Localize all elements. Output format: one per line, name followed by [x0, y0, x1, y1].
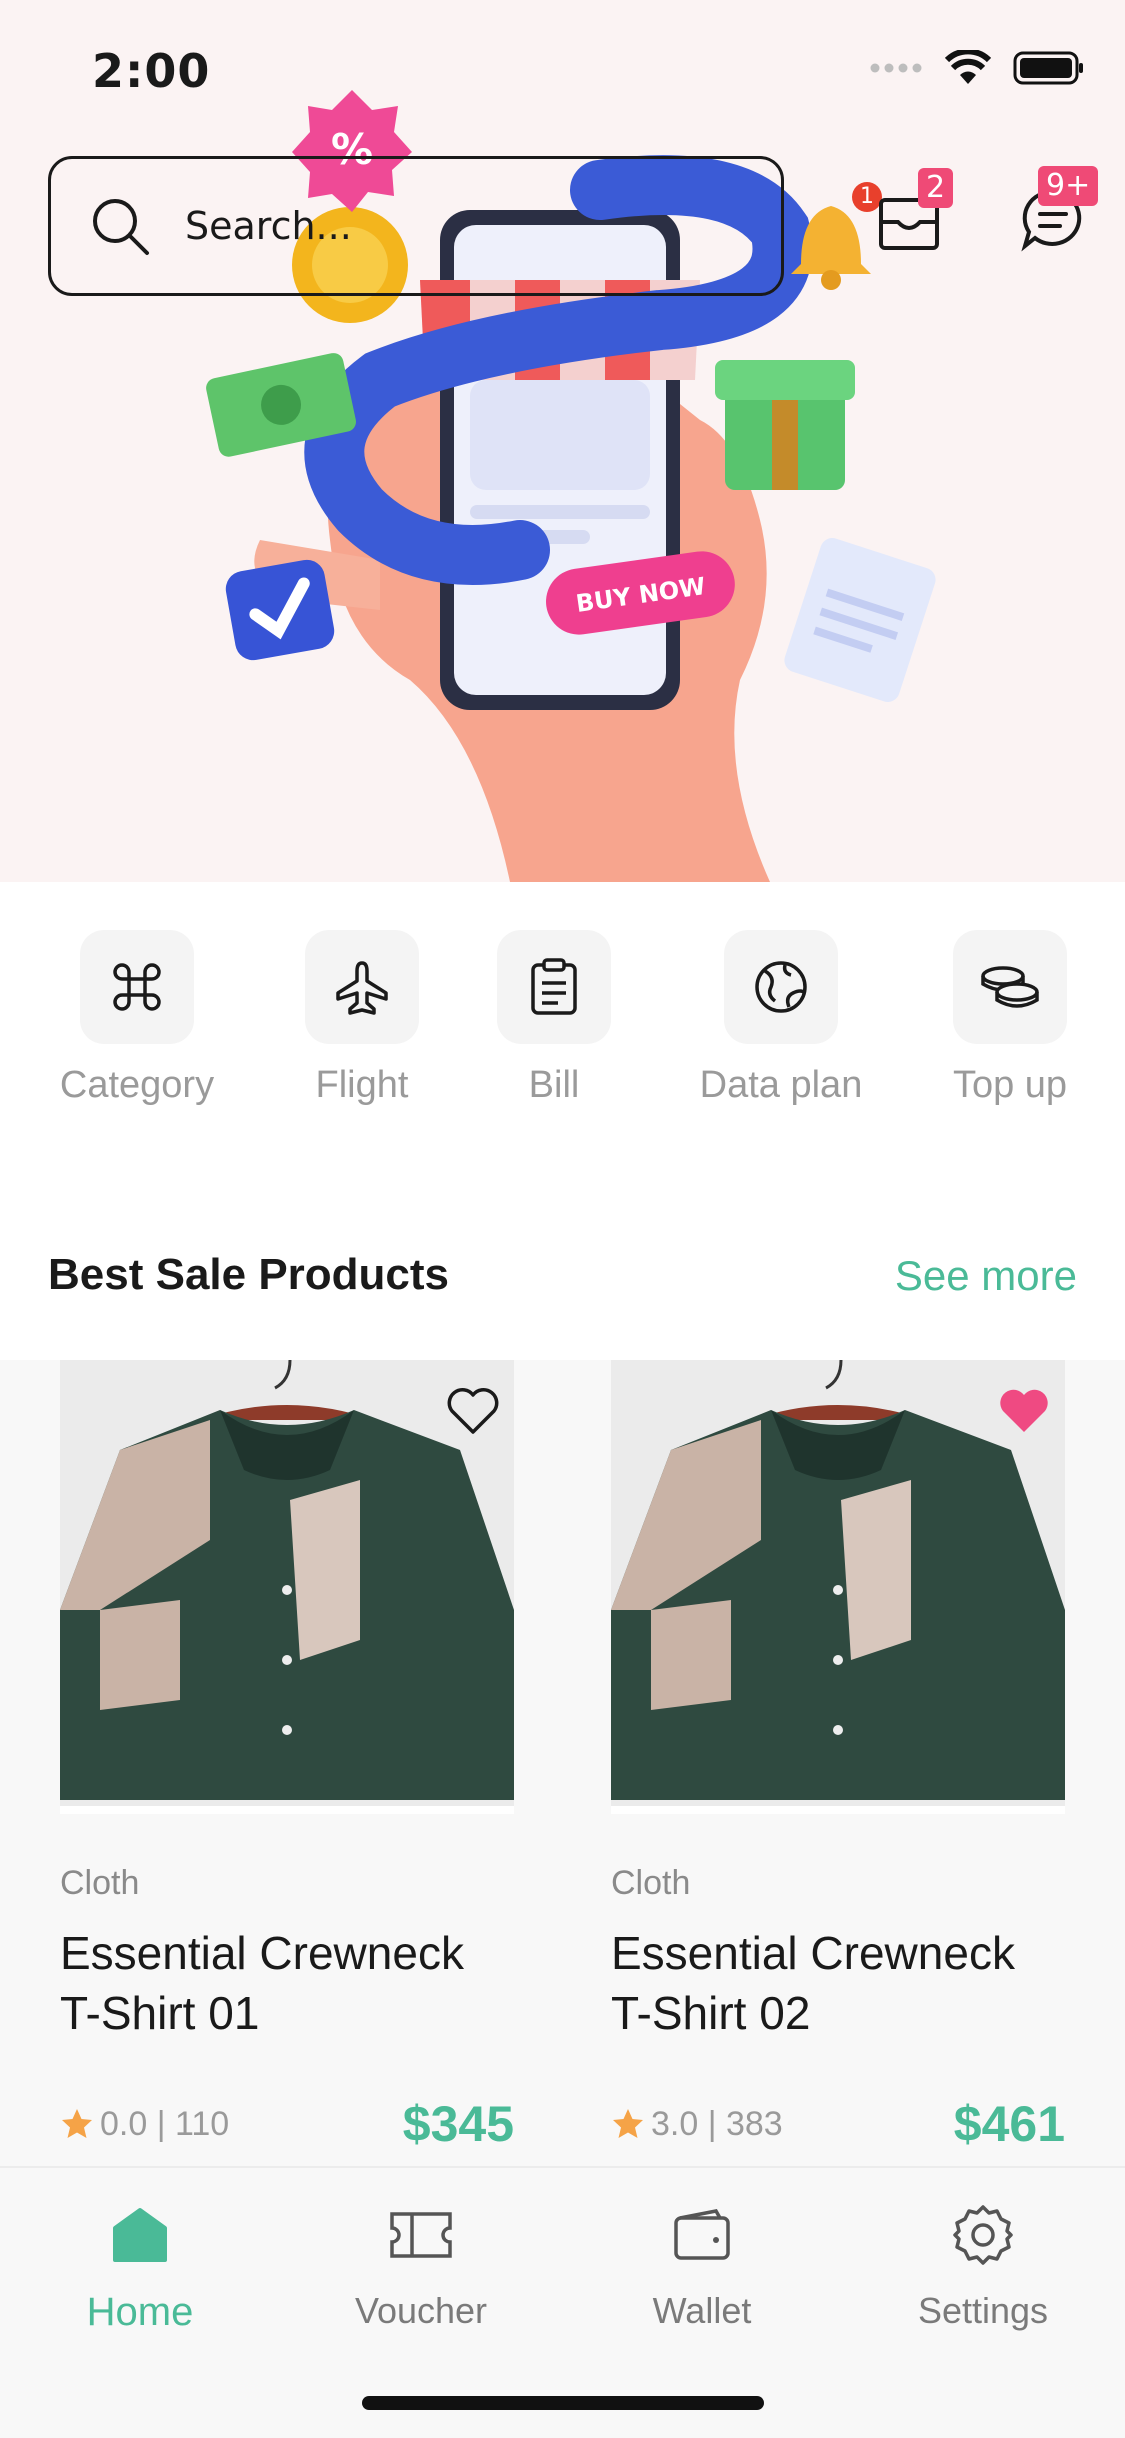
- search-bar[interactable]: [48, 156, 784, 296]
- messages-badge: 9+: [1038, 166, 1099, 206]
- wallet-icon: [674, 2209, 730, 2260]
- product-title[interactable]: Essential Crewneck T-Shirt 02: [611, 1923, 1065, 2043]
- plane-icon: [336, 961, 388, 1015]
- gear-icon: [953, 2205, 1013, 2265]
- clipboard-icon: [531, 958, 577, 1015]
- product-grid: Cloth Essential Crewneck T-Shirt 01 0.0 …: [0, 1360, 1125, 2166]
- coins-icon: [981, 966, 1039, 1008]
- signal-icon: [870, 63, 922, 73]
- category-item-category[interactable]: Category: [24, 930, 250, 1107]
- favorite-heart-icon[interactable]: [446, 1386, 500, 1436]
- category-item-bill[interactable]: Bill: [474, 930, 634, 1107]
- category-item-top-up[interactable]: Top up: [920, 930, 1100, 1107]
- product-price: $461: [953, 2096, 1065, 2152]
- hero-banner: 2:00 % BUY NOW Search... 1 2 9+: [0, 0, 1125, 882]
- home-icon: [113, 2208, 167, 2262]
- inbox-badge: 2: [918, 168, 954, 208]
- search-input[interactable]: [183, 203, 487, 249]
- search-icon: [93, 199, 149, 255]
- product-title[interactable]: Essential Crewneck T-Shirt 01: [60, 1923, 514, 2043]
- wifi-icon: [945, 50, 991, 84]
- globe-icon: [755, 961, 807, 1013]
- messages-button[interactable]: 9+: [1020, 166, 1099, 256]
- product-card-2[interactable]: Cloth Essential Crewneck T-Shirt 02 3.0 …: [611, 1360, 1065, 2153]
- tab-home[interactable]: Home: [30, 2200, 250, 2335]
- product-image[interactable]: [60, 1360, 514, 1814]
- product-category: Cloth: [60, 1864, 140, 1902]
- inbox-button[interactable]: 2: [876, 168, 954, 260]
- see-more-link[interactable]: See more: [895, 1252, 1077, 1300]
- tab-voucher[interactable]: Voucher: [311, 2200, 531, 2332]
- product-image[interactable]: [611, 1360, 1065, 1814]
- tab-wallet[interactable]: Wallet: [592, 2200, 812, 2332]
- home-indicator: [362, 2396, 764, 2410]
- category-item-data-plan[interactable]: Data plan: [676, 930, 886, 1107]
- product-rating: 0.0 | 110: [100, 2104, 230, 2143]
- notifications-button[interactable]: 1: [786, 182, 882, 298]
- battery-icon: [1013, 51, 1083, 85]
- product-price: $345: [402, 2096, 514, 2152]
- product-category: Cloth: [611, 1864, 691, 1902]
- product-rating: 3.0 | 383: [651, 2104, 783, 2143]
- favorite-heart-filled-icon[interactable]: [997, 1386, 1051, 1436]
- category-item-flight[interactable]: Flight: [262, 930, 462, 1107]
- ticket-icon: [390, 2212, 452, 2258]
- star-icon: [613, 2109, 643, 2138]
- best-sale-title: Best Sale Products: [48, 1250, 450, 1299]
- star-icon: [62, 2109, 92, 2138]
- tab-settings[interactable]: Settings: [873, 2200, 1093, 2332]
- product-card-1[interactable]: Cloth Essential Crewneck T-Shirt 01 0.0 …: [60, 1360, 514, 2153]
- category-shortcuts: Category Flight Bill Data plan Top up: [0, 930, 1125, 1130]
- command-icon: [113, 963, 161, 1011]
